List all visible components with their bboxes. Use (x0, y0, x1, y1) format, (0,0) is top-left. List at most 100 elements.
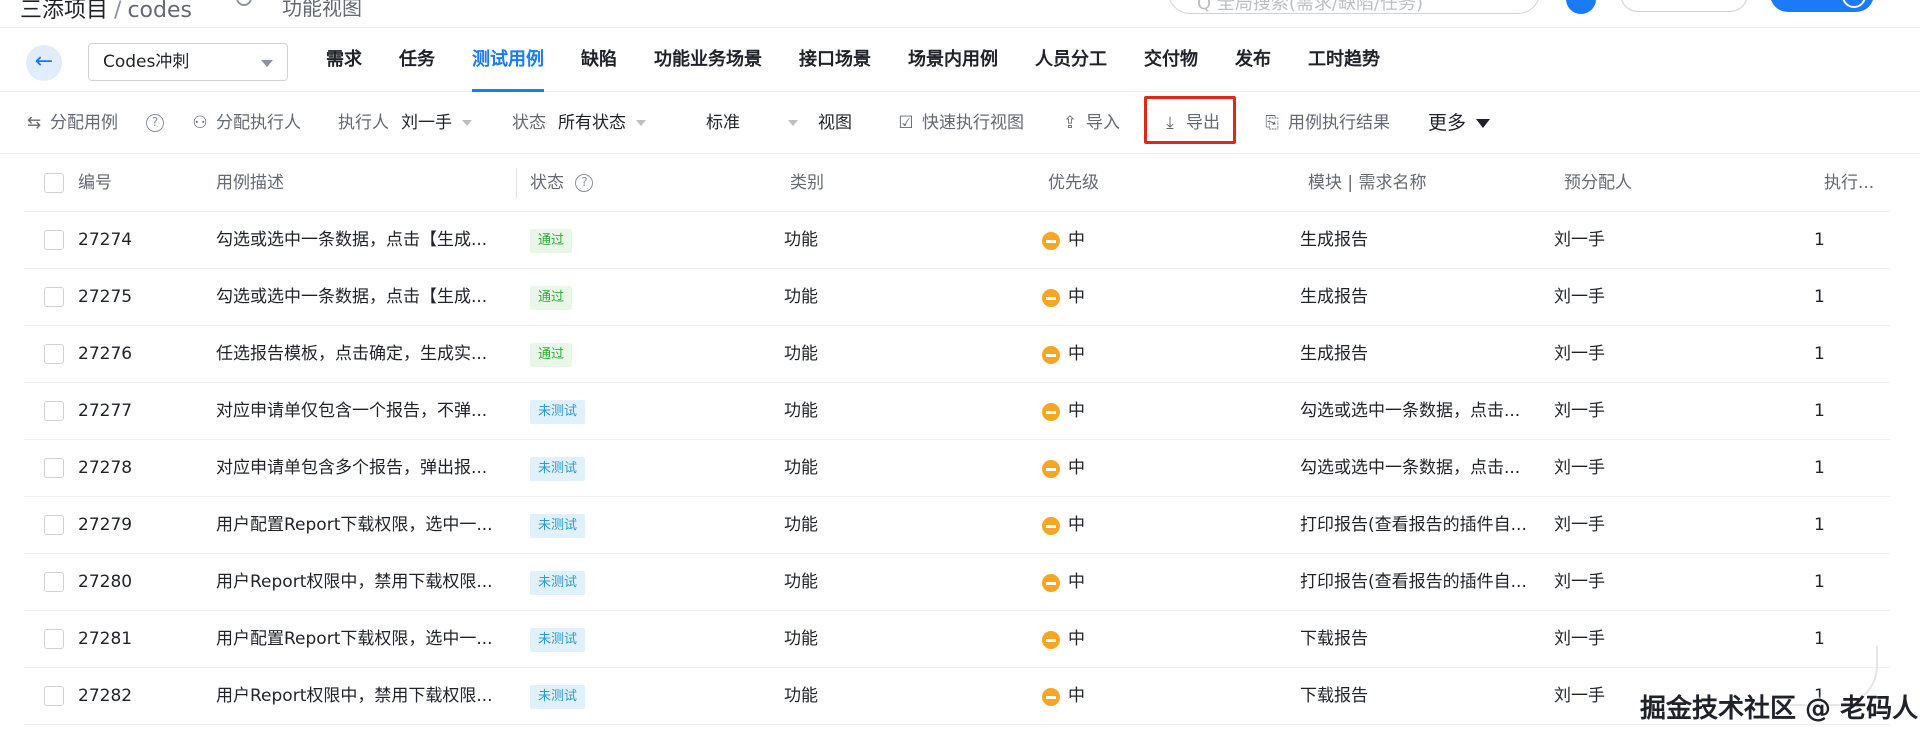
case-module[interactable]: 生成报告 (1300, 212, 1368, 269)
case-desc[interactable]: 任选报告模板，点击确定，生成实... (216, 326, 487, 383)
mode-select[interactable]: 标准 (706, 92, 798, 154)
header-assignee[interactable]: 预分配人 (1564, 154, 1632, 212)
case-desc[interactable]: 用户配置Report下载权限，选中一... (216, 611, 493, 668)
row-checkbox[interactable] (44, 686, 64, 706)
header-category[interactable]: 类别 (790, 154, 824, 212)
case-desc[interactable]: 用户配置Report下载权限，选中一... (216, 497, 493, 554)
header-module[interactable]: 模块 | 需求名称 (1308, 154, 1427, 212)
column-divider[interactable] (516, 168, 517, 198)
header-status[interactable]: 状态 ? (530, 154, 594, 212)
status-badge[interactable]: 通过 (530, 343, 573, 367)
header-id[interactable]: 编号 (78, 154, 112, 212)
case-desc[interactable]: 对应申请单仅包含一个报告，不弹... (216, 383, 487, 440)
case-assignee[interactable]: 刘一手 (1554, 611, 1605, 668)
status-badge[interactable]: 未测试 (530, 628, 586, 652)
quick-exec-view-button[interactable]: ☑ 快速执行视图 (896, 92, 1024, 154)
case-id[interactable]: 27275 (78, 269, 132, 326)
view-switch-icon[interactable] (236, 0, 252, 6)
case-desc[interactable]: 用户Report权限中，禁用下载权限... (216, 668, 493, 725)
view-mode-label[interactable]: 功能视图 (282, 0, 362, 21)
tab-tasks[interactable]: 任务 (399, 28, 435, 92)
case-assignee[interactable]: 刘一手 (1554, 212, 1605, 269)
assign-case-button[interactable]: ⇆ 分配用例 (24, 92, 118, 154)
row-checkbox[interactable] (44, 344, 64, 364)
row-checkbox[interactable] (44, 230, 64, 250)
case-id[interactable]: 27276 (78, 326, 132, 383)
case-assignee[interactable]: 刘一手 (1554, 554, 1605, 611)
tab-api-scenarios[interactable]: 接口场景 (799, 28, 871, 92)
tab-worktime-trend[interactable]: 工时趋势 (1308, 28, 1380, 92)
breadcrumb-project[interactable]: 三添项目 (20, 0, 108, 23)
case-module[interactable]: 打印报告(查看报告的插件自... (1300, 497, 1527, 554)
table-row[interactable]: 27281 用户配置Report下载权限，选中一... 未测试 功能中下载报告 刘一手 1 (24, 611, 1890, 668)
table-row[interactable]: 27275 勾选或选中一条数据，点击【生成... 通过 功能 中 生成报告 刘一手 1 (24, 269, 1890, 326)
import-button[interactable]: ⇪ 导入 (1060, 92, 1120, 154)
row-checkbox[interactable] (44, 458, 64, 478)
case-id[interactable]: 27274 (78, 212, 132, 269)
global-search-input[interactable]: Q 全局搜索(需求/缺陷/任务) (1168, 0, 1540, 14)
executor-filter[interactable]: 执行人 刘一手 (338, 92, 472, 154)
tab-requirements[interactable]: 需求 (326, 28, 362, 92)
case-assignee[interactable]: 刘一手 (1554, 383, 1605, 440)
status-badge[interactable]: 通过 (530, 229, 573, 253)
table-row[interactable]: 27277 对应申请单仅包含一个报告，不弹... 未测试 功能 中 勾选或选中一条数据，点… (24, 383, 1890, 440)
row-checkbox[interactable] (44, 572, 64, 592)
create-button[interactable] (1770, 0, 1874, 12)
tab-defects[interactable]: 缺陷 (581, 28, 617, 92)
status-badge[interactable]: 未测试 (530, 685, 586, 709)
case-assignee[interactable]: 刘一手 (1554, 326, 1605, 383)
assign-executor-button[interactable]: ⚇ 分配执行人 (190, 92, 301, 154)
case-module[interactable]: 下载报告 (1300, 668, 1368, 725)
more-button[interactable]: 更多 (1428, 92, 1491, 154)
status-badge[interactable]: 未测试 (530, 571, 586, 595)
exec-results-button[interactable]: ⎘ 用例执行结果 (1262, 92, 1390, 154)
status-filter[interactable]: 状态 所有状态 (512, 92, 646, 154)
sprint-select[interactable]: Codes冲刺 (88, 43, 288, 81)
back-button[interactable]: ← (26, 45, 62, 81)
case-desc[interactable]: 勾选或选中一条数据，点击【生成... (216, 212, 487, 269)
case-assignee[interactable]: 刘一手 (1554, 269, 1605, 326)
case-assignee[interactable]: 刘一手 (1554, 668, 1605, 725)
case-module[interactable]: 生成报告 (1300, 269, 1368, 326)
header-desc[interactable]: 用例描述 (216, 154, 284, 212)
row-checkbox[interactable] (44, 515, 64, 535)
case-module[interactable]: 勾选或选中一条数据，点击... (1300, 440, 1520, 497)
case-id[interactable]: 27280 (78, 554, 132, 611)
tab-deliverables[interactable]: 交付物 (1144, 28, 1198, 92)
case-desc[interactable]: 勾选或选中一条数据，点击【生成... (216, 269, 487, 326)
tab-scenario-cases[interactable]: 场景内用例 (908, 28, 998, 92)
status-badge[interactable]: 通过 (530, 286, 573, 310)
workspace-switcher[interactable] (1620, 0, 1748, 12)
tab-staffing[interactable]: 人员分工 (1035, 28, 1107, 92)
case-desc[interactable]: 对应申请单包含多个报告，弹出报... (216, 440, 487, 497)
table-row[interactable]: 27282 用户Report权限中，禁用下载权限... 未测试 功能中下载报告 刘一手 1 (24, 668, 1890, 725)
case-id[interactable]: 27278 (78, 440, 132, 497)
case-id[interactable]: 27281 (78, 611, 132, 668)
view-button[interactable]: 视图 (818, 92, 852, 154)
case-assignee[interactable]: 刘一手 (1554, 440, 1605, 497)
case-assignee[interactable]: 刘一手 (1554, 497, 1605, 554)
header-exec[interactable]: 执行... (1824, 154, 1874, 212)
header-priority[interactable]: 优先级 (1048, 154, 1099, 212)
case-id[interactable]: 27279 (78, 497, 132, 554)
status-badge[interactable]: 未测试 (530, 400, 586, 424)
tab-release[interactable]: 发布 (1235, 28, 1271, 92)
row-checkbox[interactable] (44, 629, 64, 649)
tab-business-scenarios[interactable]: 功能业务场景 (654, 28, 762, 92)
help-button[interactable]: ? (146, 92, 164, 154)
tab-test-cases[interactable]: 测试用例 (472, 28, 544, 92)
case-desc[interactable]: 用户Report权限中，禁用下载权限... (216, 554, 493, 611)
case-module[interactable]: 打印报告(查看报告的插件自... (1300, 554, 1527, 611)
select-all-checkbox[interactable] (44, 173, 64, 193)
table-row[interactable]: 27278 对应申请单包含多个报告，弹出报... 未测试 功能 中 勾选或选中一条数据，点… (24, 440, 1890, 497)
avatar[interactable] (1566, 0, 1596, 14)
case-module[interactable]: 下载报告 (1300, 611, 1368, 668)
case-module[interactable]: 生成报告 (1300, 326, 1368, 383)
table-row[interactable]: 27279 用户配置Report下载权限，选中一... 未测试 功能 中 打印报告(查看报… (24, 497, 1890, 554)
case-id[interactable]: 27277 (78, 383, 132, 440)
table-row[interactable]: 27274 勾选或选中一条数据，点击【生成... 通过 功能 中 生成报告 刘一手 1 (24, 212, 1890, 269)
breadcrumb-name[interactable]: codes (127, 0, 192, 23)
row-checkbox[interactable] (44, 401, 64, 421)
status-badge[interactable]: 未测试 (530, 457, 586, 481)
case-module[interactable]: 勾选或选中一条数据，点击... (1300, 383, 1520, 440)
